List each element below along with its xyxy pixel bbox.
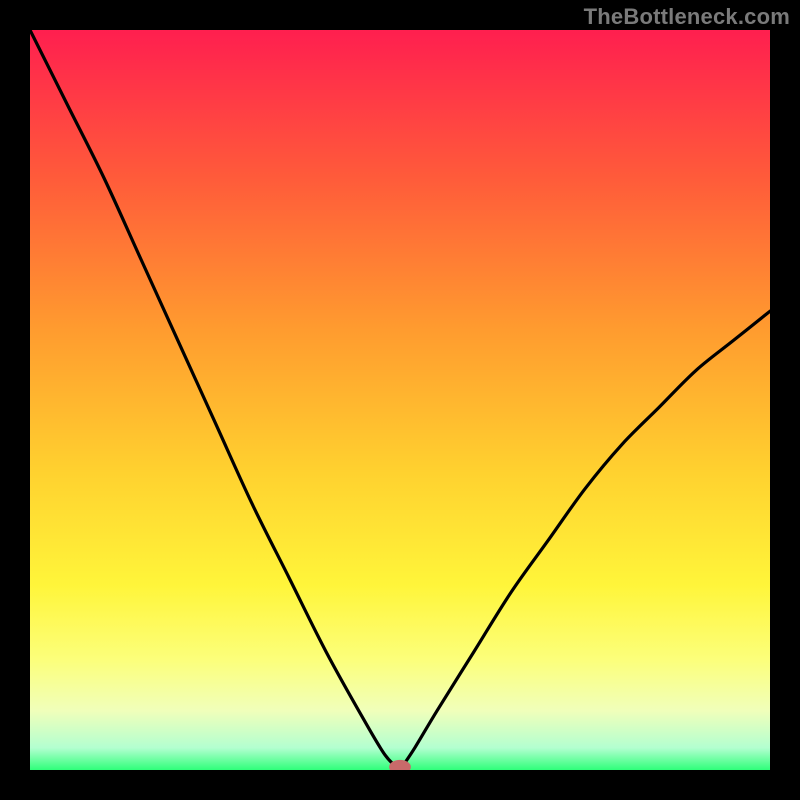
plot-area [30,30,770,770]
chart-svg [30,30,770,770]
watermark-text: TheBottleneck.com [584,4,790,30]
chart-frame: TheBottleneck.com [0,0,800,800]
gradient-background [30,30,770,770]
minimum-marker [390,760,411,770]
